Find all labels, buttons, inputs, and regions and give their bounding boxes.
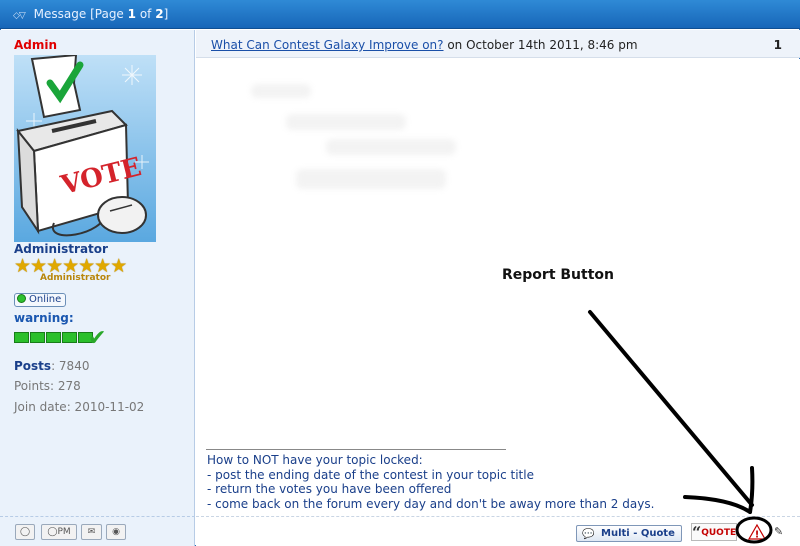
annotation-circle	[735, 516, 773, 544]
annotation-overlay	[588, 310, 773, 544]
annotation-arrow	[588, 310, 754, 507]
annotation-arrowhead	[683, 495, 752, 514]
annotation-arrowhead	[748, 466, 755, 514]
